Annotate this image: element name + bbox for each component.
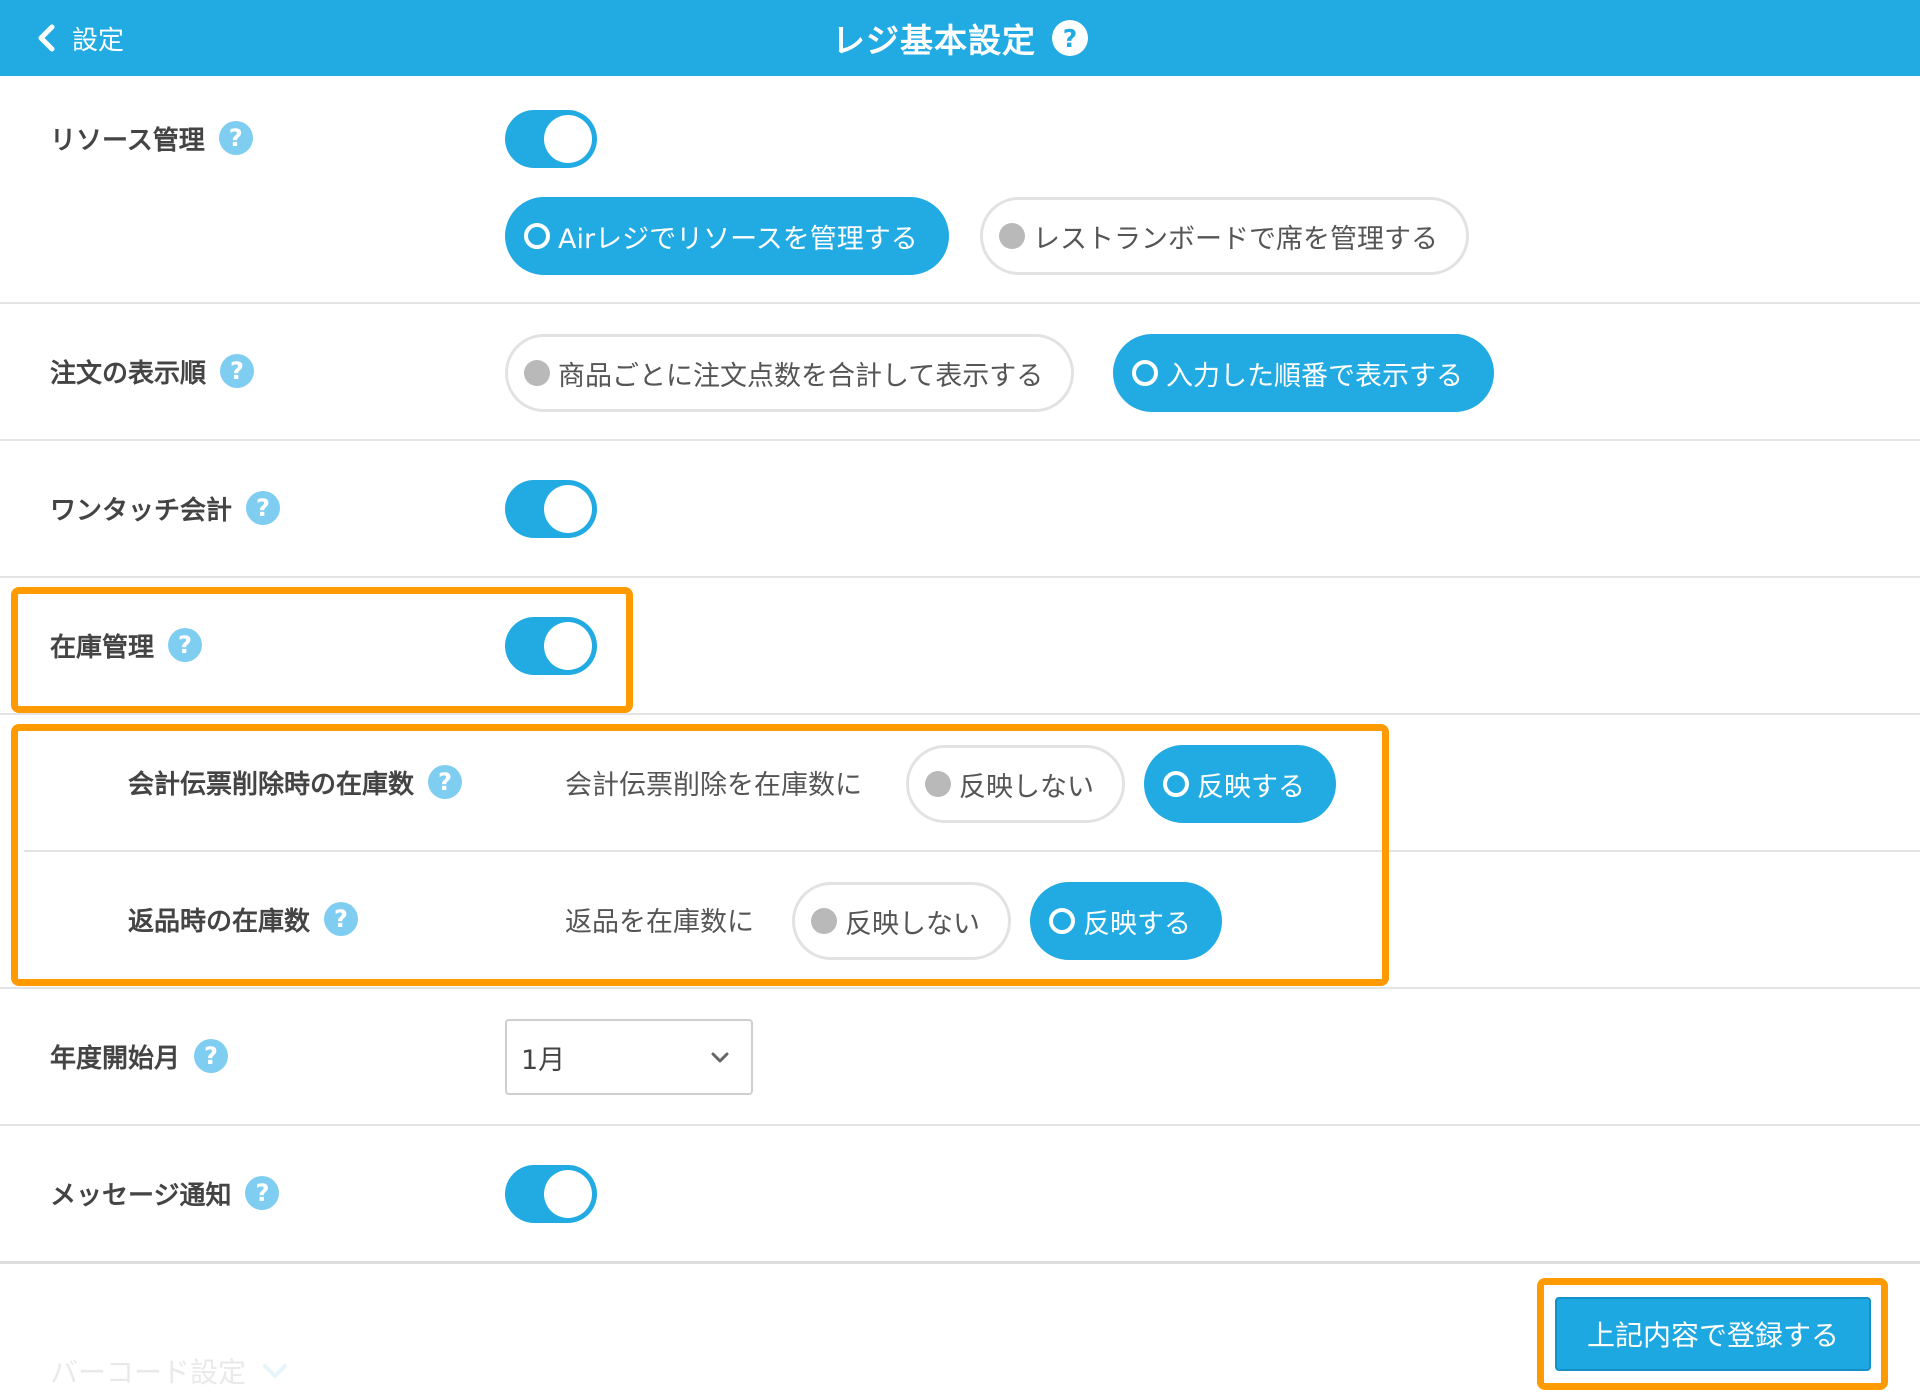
return-stock-prompt: 返品を在庫数に [565, 906, 754, 938]
resource-option-airregi[interactable]: Airレジでリソースを管理する [505, 197, 949, 275]
return-stock-option-no[interactable]: 反映しない [792, 882, 1011, 960]
order-display-help-icon[interactable]: ? [220, 354, 255, 388]
inventory-toggle[interactable] [505, 617, 597, 675]
radio-unselected-icon [925, 771, 951, 797]
inventory-label: 在庫管理 [50, 632, 155, 663]
back-label: 設定 [72, 25, 125, 56]
divider [0, 1261, 1920, 1264]
slip-delete-label: 会計伝票削除時の在庫数 [128, 769, 415, 800]
slip-delete-option-no-label: 反映しない [959, 771, 1094, 803]
divider [24, 850, 1920, 852]
radio-selected-icon [524, 223, 550, 249]
resource-toggle[interactable] [505, 110, 597, 168]
divider [0, 576, 1920, 578]
submit-button[interactable]: 上記内容で登録する [1555, 1297, 1871, 1371]
return-stock-option-yes[interactable]: 反映する [1030, 882, 1222, 960]
app-header: レジ基本設定 ? 設定 [0, 0, 1920, 76]
fiscal-start-select[interactable]: 1月 [505, 1019, 753, 1095]
message-help-icon[interactable]: ? [245, 1176, 280, 1210]
toggle-knob [544, 622, 592, 670]
order-option-input-label: 入力した順番で表示する [1166, 360, 1463, 392]
chevron-left-icon [38, 24, 55, 52]
return-stock-option-yes-label: 反映する [1083, 908, 1191, 940]
return-stock-label-group: 返品時の在庫数 ? [128, 899, 359, 939]
radio-unselected-icon [524, 360, 550, 386]
slip-delete-help-icon[interactable]: ? [428, 765, 463, 799]
return-stock-help-icon[interactable]: ? [324, 902, 359, 936]
fiscal-start-label-group: 年度開始月 ? [50, 1036, 229, 1076]
order-display-label: 注文の表示順 [50, 358, 207, 389]
fiscal-start-label: 年度開始月 [50, 1043, 181, 1074]
resource-help-icon[interactable]: ? [218, 121, 253, 155]
settings-page: レジ基本設定 ? 設定 リソース管理 ? Airレジでリソースを管理する レスト… [0, 0, 1920, 1400]
return-stock-label: 返品時の在庫数 [128, 906, 311, 937]
inventory-label-group: 在庫管理 ? [50, 625, 203, 665]
divider [0, 713, 1920, 715]
message-label: メッセージ通知 [50, 1180, 232, 1211]
one-touch-help-icon[interactable]: ? [246, 491, 281, 525]
resource-option-airregi-label: Airレジでリソースを管理する [558, 223, 918, 255]
inventory-help-icon[interactable]: ? [168, 628, 203, 662]
return-stock-option-no-label: 反映しない [845, 908, 980, 940]
radio-unselected-icon [811, 908, 837, 934]
radio-selected-icon [1132, 360, 1158, 386]
one-touch-label: ワンタッチ会計 [50, 495, 233, 526]
message-label-group: メッセージ通知 ? [50, 1173, 280, 1213]
toggle-knob [544, 115, 592, 163]
chevron-down-icon [263, 1364, 288, 1378]
barcode-settings-label: バーコード設定 [50, 1356, 247, 1389]
fiscal-start-help-icon[interactable]: ? [194, 1039, 229, 1073]
slip-delete-option-no[interactable]: 反映しない [906, 745, 1125, 823]
barcode-settings-toggle[interactable]: バーコード設定 [50, 1351, 290, 1391]
slip-delete-option-yes-label: 反映する [1197, 771, 1305, 803]
divider [0, 1124, 1920, 1126]
resource-option-board-label: レストランボードで席を管理する [1033, 223, 1438, 255]
slip-delete-prompt: 会計伝票削除を在庫数に [565, 769, 862, 801]
order-display-label-group: 注文の表示順 ? [50, 351, 255, 391]
radio-selected-icon [1163, 771, 1189, 797]
back-button[interactable]: 設定 [36, 18, 124, 58]
radio-unselected-icon [999, 223, 1025, 249]
message-toggle[interactable] [505, 1165, 597, 1223]
divider [0, 439, 1920, 441]
toggle-knob [544, 485, 592, 533]
resource-label-group: リソース管理 ? [50, 118, 253, 158]
resource-option-restaurant-board[interactable]: レストランボードで席を管理する [980, 197, 1469, 275]
page-title: レジ基本設定 [832, 21, 1036, 60]
slip-delete-option-yes[interactable]: 反映する [1144, 745, 1336, 823]
header-title-area: レジ基本設定 ? [0, 0, 1920, 76]
slip-delete-label-group: 会計伝票削除時の在庫数 ? [128, 762, 463, 802]
radio-selected-icon [1049, 908, 1075, 934]
chevron-down-icon [711, 1052, 729, 1063]
divider [0, 302, 1920, 304]
toggle-knob [544, 1170, 592, 1218]
order-option-input[interactable]: 入力した順番で表示する [1113, 334, 1494, 412]
fiscal-start-value: 1月 [521, 1044, 566, 1076]
title-help-icon[interactable]: ? [1052, 20, 1088, 56]
order-option-sum[interactable]: 商品ごとに注文点数を合計して表示する [505, 334, 1075, 412]
order-option-sum-label: 商品ごとに注文点数を合計して表示する [558, 360, 1044, 392]
one-touch-label-group: ワンタッチ会計 ? [50, 488, 281, 528]
divider [0, 987, 1920, 989]
resource-label: リソース管理 [50, 125, 205, 156]
one-touch-toggle[interactable] [505, 480, 597, 538]
